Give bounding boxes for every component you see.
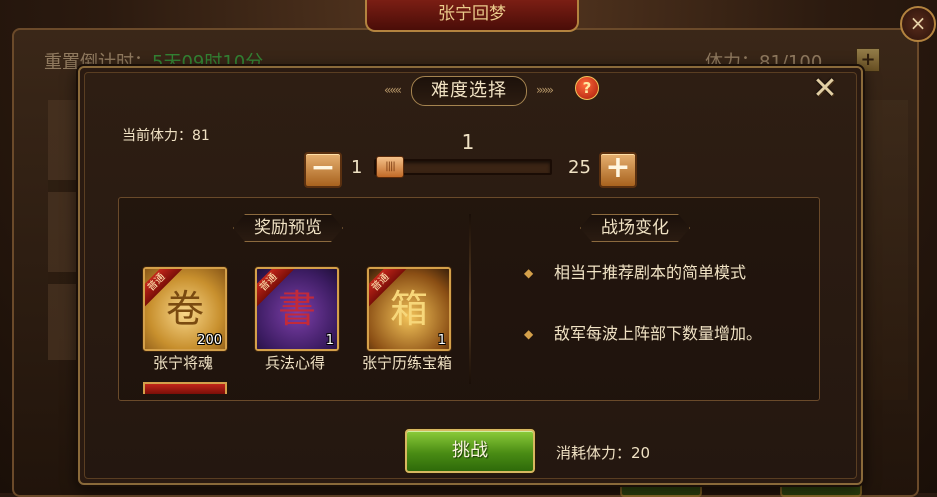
content-divider bbox=[469, 214, 471, 384]
current-stamina-label: 当前体力：81 bbox=[122, 128, 210, 144]
reward-name: 张宁将魂 bbox=[152, 354, 213, 372]
battlefield-change-item: ◆ 相当于推荐剧本的简单模式 bbox=[524, 262, 804, 284]
reward-preview-title: 奖励预览 bbox=[233, 214, 343, 242]
slider-handle[interactable]: |||| bbox=[376, 156, 404, 178]
help-icon[interactable]: ? bbox=[575, 76, 599, 100]
diamond-bullet-icon: ◆ bbox=[524, 266, 534, 280]
reward-item-partial bbox=[143, 382, 227, 394]
title-ornament-left-icon: ««« bbox=[383, 83, 402, 97]
battlefield-change-text: 敌军每波上阵部下数量增加。 bbox=[554, 324, 763, 343]
slider-min-label: 1 bbox=[351, 157, 363, 178]
reward-name: 兵法心得 bbox=[264, 354, 325, 372]
reward-item-treasure-chest[interactable]: 箱 普通 1 bbox=[367, 267, 451, 351]
background-close-button[interactable]: × bbox=[900, 6, 936, 42]
reward-item-general-soul[interactable]: 卷 普通 200 bbox=[143, 267, 227, 351]
close-dialog-button[interactable]: ✕ bbox=[810, 74, 840, 104]
stamina-cost-label: 消耗体力：20 bbox=[556, 444, 651, 462]
difficulty-value: 1 bbox=[461, 130, 475, 154]
difficulty-slider[interactable]: |||| bbox=[374, 156, 552, 178]
diamond-bullet-icon: ◆ bbox=[524, 327, 534, 341]
slider-max-label: 25 bbox=[568, 157, 591, 178]
dialog-title-bar: ««« 难度选择 »»» bbox=[373, 72, 563, 108]
reward-name: 张宁历练宝箱 bbox=[361, 354, 452, 372]
decrease-difficulty-button[interactable]: − bbox=[304, 152, 342, 188]
title-ornament-right-icon: »»» bbox=[535, 83, 554, 97]
increase-difficulty-button[interactable]: + bbox=[599, 152, 637, 188]
battlefield-changes-title: 战场变化 bbox=[580, 214, 690, 242]
reward-count: 200 bbox=[197, 333, 222, 348]
dialog-title: 难度选择 bbox=[411, 76, 527, 106]
reward-count: 1 bbox=[437, 333, 446, 348]
challenge-button[interactable]: 挑战 bbox=[405, 429, 535, 473]
reward-count: 1 bbox=[325, 333, 334, 348]
battlefield-change-item: ◆ 敌军每波上阵部下数量增加。 bbox=[524, 323, 804, 345]
difficulty-dialog: ««« 难度选择 »»» ? ✕ 当前体力：81 1 − 1 |||| 25 +… bbox=[78, 66, 863, 485]
background-title: 张宁回梦 bbox=[365, 0, 579, 32]
reward-item-strategy-book[interactable]: 書 普通 1 bbox=[255, 267, 339, 351]
battlefield-change-text: 相当于推荐剧本的简单模式 bbox=[554, 263, 747, 282]
